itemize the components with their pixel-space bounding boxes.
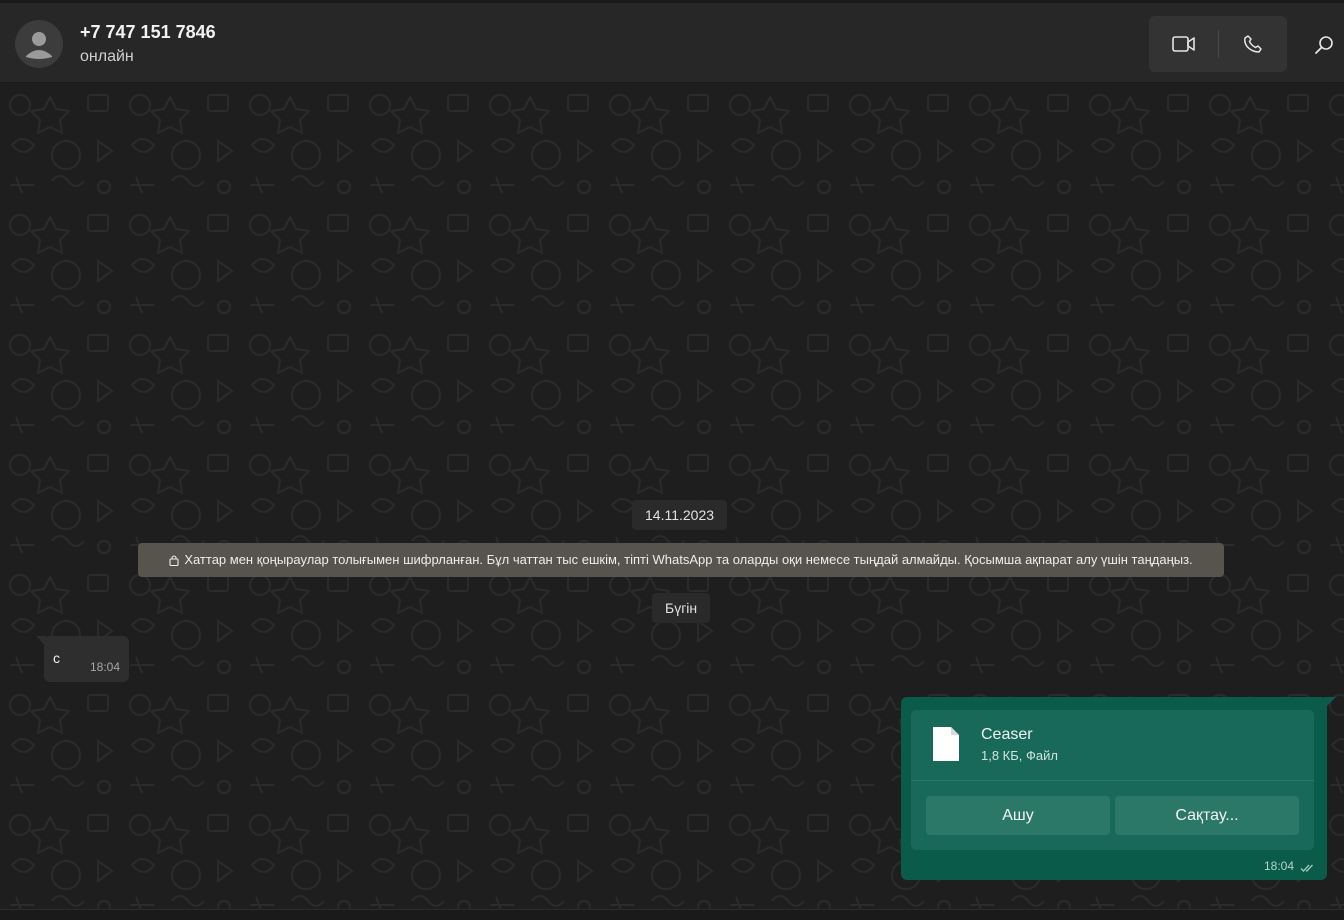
encryption-notice-text: Хаттар мен қоңыраулар толығымен шифрланғ… xyxy=(184,552,1193,567)
voice-call-button[interactable] xyxy=(1218,16,1287,72)
message-text: с xyxy=(53,650,60,666)
message-composer-edge xyxy=(0,909,1344,920)
bubble-tail xyxy=(1324,697,1336,709)
contact-avatar[interactable] xyxy=(15,20,63,68)
whatsapp-chat-window: +7 747 151 7846 онлайн 14.11.2023 Хаттар… xyxy=(0,0,1344,920)
chat-header: +7 747 151 7846 онлайн xyxy=(0,0,1344,83)
save-file-button[interactable]: Сақтау... xyxy=(1115,796,1299,835)
encryption-notice[interactable]: Хаттар мен қоңыраулар толығымен шифрланғ… xyxy=(138,543,1224,577)
avatar-placeholder-icon xyxy=(26,32,52,59)
document-icon xyxy=(932,726,960,767)
date-divider-today: Бүгін xyxy=(652,593,711,623)
read-receipt-icon xyxy=(1300,860,1316,878)
date-divider: 14.11.2023 xyxy=(632,500,728,530)
video-call-icon xyxy=(1171,36,1195,52)
video-call-button[interactable] xyxy=(1149,16,1218,72)
search-button[interactable] xyxy=(1308,29,1340,61)
bubble-tail xyxy=(36,636,46,646)
message-time: 18:04 xyxy=(1263,859,1294,873)
incoming-message[interactable]: с 18:04 xyxy=(36,636,129,682)
outgoing-file-message[interactable]: Ceaser 1,8 КБ, Файл Ашу Сақтау... 18:04 xyxy=(901,697,1336,880)
chat-area[interactable]: 14.11.2023 Хаттар мен қоңыраулар толығым… xyxy=(0,83,1344,909)
file-meta: 1,8 КБ, Файл xyxy=(981,748,1058,763)
open-file-button[interactable]: Ашу xyxy=(926,796,1110,835)
contact-name[interactable]: +7 747 151 7846 xyxy=(80,22,216,43)
call-button-group xyxy=(1149,16,1287,72)
lock-icon xyxy=(169,545,179,577)
contact-status: онлайн xyxy=(80,48,134,65)
file-card-divider xyxy=(911,780,1314,781)
file-attachment-card[interactable]: Ceaser 1,8 КБ, Файл Ашу Сақтау... xyxy=(911,710,1314,850)
voice-call-icon xyxy=(1243,35,1262,53)
search-icon xyxy=(1315,36,1333,54)
message-time: 18:04 xyxy=(89,660,120,674)
file-name: Ceaser xyxy=(981,726,1033,743)
